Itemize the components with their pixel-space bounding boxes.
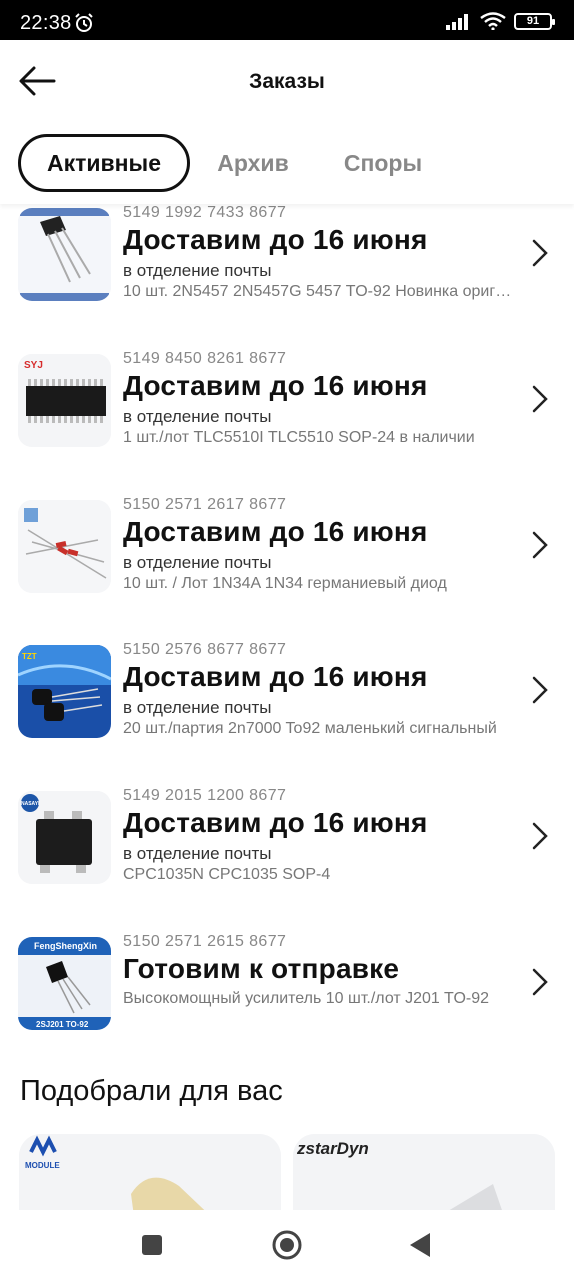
order-status: Доставим до 16 июня	[123, 661, 428, 692]
tab-active[interactable]: Активные	[18, 134, 190, 192]
thumbnail-brand: NASAYI	[21, 801, 40, 807]
order-number: 5150 2576 8677 8677	[123, 641, 287, 658]
chevron-right-icon	[532, 385, 548, 413]
relay-chip-image: NASAYI	[18, 791, 111, 884]
system-nav-bar	[0, 1210, 574, 1280]
chevron-right-icon	[532, 822, 548, 850]
product-thumbnail	[18, 208, 111, 301]
status-bar: 22:38 91	[0, 0, 574, 40]
order-delivery-place: в отделение почты	[123, 407, 272, 426]
chip-image: SYJ	[18, 354, 111, 447]
order-description: 10 шт. 2N5457 2N5457G 5457 TO-92 Новинка…	[123, 283, 515, 300]
tabs-bar: Активные Архив Споры	[0, 124, 574, 204]
thumbnail-brand: TZT	[22, 652, 37, 661]
product-thumbnail: NASAYI	[18, 791, 111, 884]
order-status: Готовим к отправке	[123, 953, 400, 984]
page-title: Заказы	[249, 70, 325, 93]
tab-archive[interactable]: Архив	[200, 134, 306, 192]
order-item[interactable]: 5149 1992 7433 8677 Доставим до 16 июня …	[0, 204, 574, 310]
order-delivery-place: в отделение почты	[123, 553, 272, 572]
thumbnail-brand: SYJ	[24, 360, 43, 371]
chevron-right-icon	[532, 239, 548, 267]
product-thumbnail: FengShengXin 2SJ201 TO-92	[18, 937, 111, 1030]
circle-icon[interactable]	[270, 1228, 304, 1262]
order-number: 5149 2015 1200 8677	[123, 787, 287, 804]
orders-list: 5149 1992 7433 8677 Доставим до 16 июня …	[0, 204, 574, 1054]
order-item[interactable]: TZT 5150 2576 8677 8677 Доставим до 16 и…	[0, 637, 574, 747]
order-item[interactable]: FengShengXin 2SJ201 TO-92 5150 2571 2615…	[0, 929, 574, 1039]
thumbnail-caption: 2SJ201 TO-92	[36, 1020, 89, 1029]
order-status: Доставим до 16 июня	[123, 807, 428, 838]
chevron-right-icon	[532, 531, 548, 559]
order-description: 20 шт./партия 2n7000 To92 маленький сигн…	[123, 720, 497, 737]
card-brand: zstarDyn	[296, 1139, 369, 1158]
order-status: Доставим до 16 июня	[123, 516, 428, 547]
order-item[interactable]: 5150 2571 2617 8677 Доставим до 16 июня …	[0, 492, 574, 602]
order-description: 1 шт./лот TLC5510I TLC5510 SOP-24 в нали…	[123, 429, 475, 446]
battery-icon: 91	[514, 12, 555, 30]
header: Заказы	[0, 40, 574, 124]
order-number: 5149 8450 8261 8677	[123, 350, 287, 367]
order-status: Доставим до 16 июня	[123, 224, 428, 255]
tab-disputes[interactable]: Споры	[326, 134, 440, 192]
recommendations-title: Подобрали для вас	[20, 1075, 283, 1107]
order-number: 5150 2571 2617 8677	[123, 496, 287, 513]
product-thumbnail: TZT	[18, 645, 111, 738]
order-status: Доставим до 16 июня	[123, 370, 428, 401]
triangle-icon[interactable]	[403, 1228, 437, 1262]
chevron-right-icon	[532, 968, 548, 996]
order-number: 5150 2571 2615 8677	[123, 933, 287, 950]
chevron-right-icon	[532, 676, 548, 704]
order-description: Высокомощный усилитель 10 шт./лот J201 T…	[123, 990, 490, 1007]
order-number: 5149 1992 7433 8677	[123, 204, 287, 221]
order-item[interactable]: SYJ 5149 8450 8261 8677 Доставим до 16 и…	[0, 346, 574, 456]
order-delivery-place: в отделение почты	[123, 261, 272, 280]
order-description: 10 шт. / Лот 1N34A 1N34 германиевый диод	[123, 575, 447, 592]
order-item[interactable]: NASAYI 5149 2015 1200 8677 Доставим до 1…	[0, 783, 574, 893]
jfet-image: FengShengXin 2SJ201 TO-92	[18, 937, 111, 1030]
signal-icon	[446, 14, 468, 30]
product-thumbnail	[18, 500, 111, 593]
battery-level: 91	[526, 15, 540, 27]
square-icon[interactable]	[135, 1228, 169, 1262]
transistor-image	[18, 208, 111, 301]
product-thumbnail: SYJ	[18, 354, 111, 447]
diode-image	[18, 500, 111, 593]
thumbnail-brand: FengShengXin	[34, 941, 97, 951]
wifi-icon	[480, 12, 506, 30]
mosfet-image: TZT	[18, 645, 111, 738]
order-delivery-place: в отделение почты	[123, 698, 272, 717]
order-delivery-place: в отделение почты	[123, 844, 272, 863]
card-brand: MODULE	[25, 1161, 60, 1170]
alarm-icon	[75, 13, 93, 32]
status-time: 22:38	[20, 12, 72, 34]
order-description: CPC1035N CPC1035 SOP-4	[123, 866, 331, 883]
